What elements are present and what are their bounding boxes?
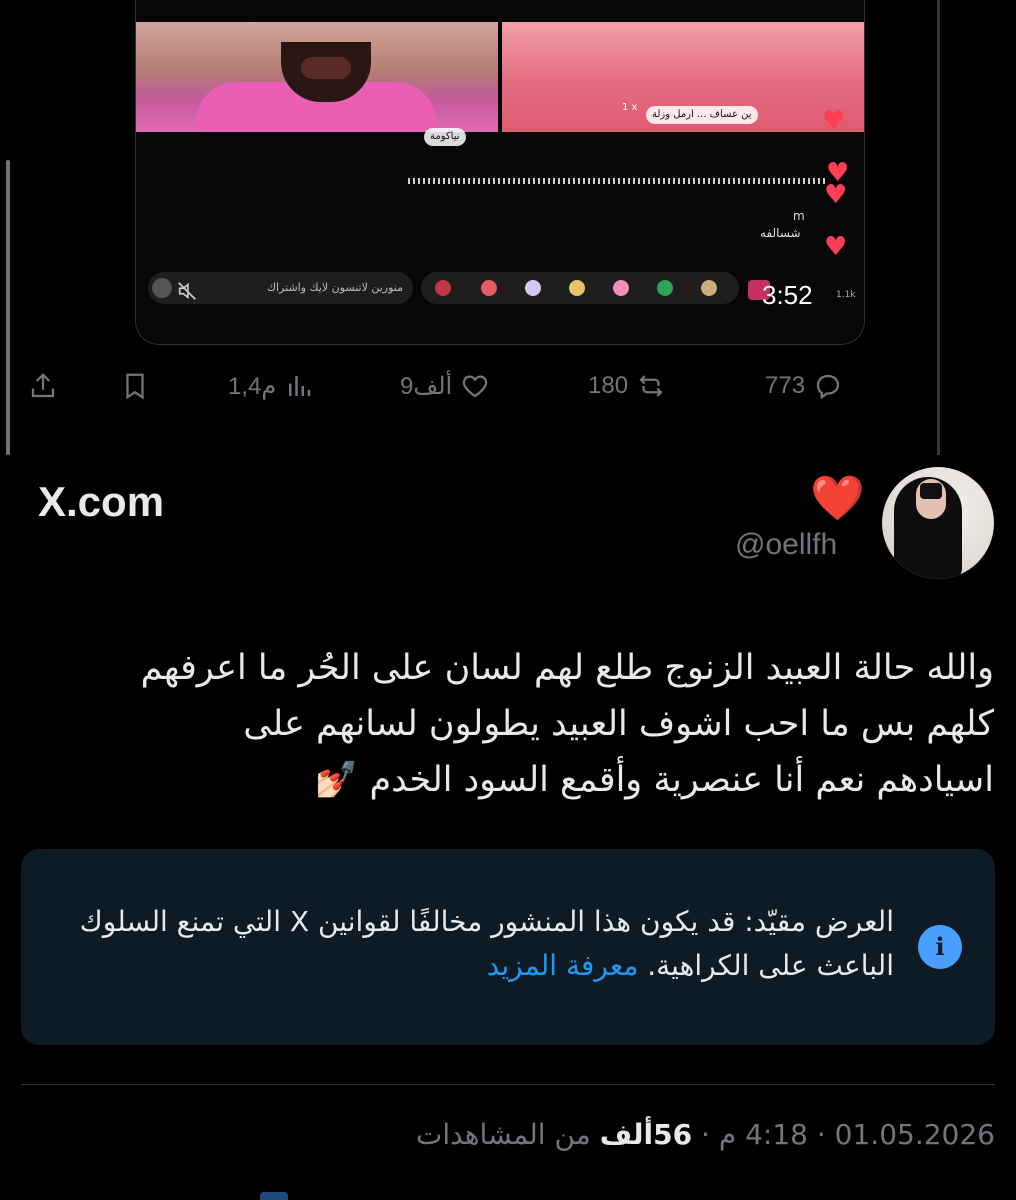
- tweet-line: والله حالة العبيد الزنوج طلع لهم لسان عل…: [140, 648, 994, 688]
- notice-text: العرض مقيّد: قد يكون هذا المنشور مخالفًا…: [60, 900, 894, 988]
- heart-icon: ♥: [822, 106, 846, 136]
- video-frame-left: نياكومة: [136, 22, 498, 146]
- gift-count: 1 x: [622, 102, 638, 113]
- video-duration: 3:52: [762, 280, 813, 310]
- analytics-icon: [289, 376, 311, 396]
- reply-count: 773: [765, 372, 806, 399]
- audio-wave: [408, 178, 826, 184]
- repost-count: 180: [588, 372, 629, 399]
- like-count: 9ألف: [400, 372, 453, 400]
- avatar[interactable]: [882, 467, 994, 579]
- mute-icon[interactable]: [176, 280, 198, 302]
- views-button[interactable]: 1,4م: [228, 366, 314, 406]
- repost-icon: [639, 375, 663, 397]
- heart-outline-icon: [462, 375, 488, 398]
- tweet-meta: 01.05.2026 · 4:18 م · 56ألف من المشاهدات: [415, 1118, 995, 1151]
- phone-icon: [920, 483, 942, 499]
- post-time: 4:18 م: [718, 1118, 808, 1151]
- viewer-count: 1.1k: [836, 290, 856, 300]
- avatar-small: [152, 278, 172, 298]
- red-heart-icon: ❤️: [810, 473, 865, 524]
- views-label: من المشاهدات: [415, 1118, 591, 1151]
- chat-username: m: [793, 209, 805, 223]
- heart-icon: ♥: [824, 180, 848, 210]
- x-logo-label: X.com: [38, 478, 165, 525]
- heart-icon: ♥: [824, 232, 848, 262]
- user-handle[interactable]: @oellfh: [735, 528, 837, 562]
- video-frame-detail: [301, 57, 351, 79]
- gift-icon: [701, 280, 717, 296]
- repost-button[interactable]: 180: [588, 366, 666, 406]
- streamer-name-tag-left: نياكومة: [424, 128, 466, 146]
- gift-icon: [525, 280, 541, 296]
- share-icon: [31, 373, 55, 398]
- reply-button[interactable]: 773: [765, 366, 843, 406]
- views-total: 56ألف: [599, 1118, 693, 1151]
- bookmark-icon: [126, 373, 144, 400]
- partial-icon: [260, 1192, 288, 1200]
- gift-icon: [657, 280, 673, 296]
- gift-icon: [481, 280, 497, 296]
- streamer-name-tag-right: ين عساف ... ارمل وزلة: [646, 106, 758, 124]
- tweet-text: والله حالة العبيد الزنوج طلع لهم لسان عل…: [22, 640, 994, 808]
- scrollbar[interactable]: [6, 160, 10, 455]
- views-count: 1,4م: [228, 372, 277, 400]
- tweet-line: كلهم بس ما احب اشوف العبيد يطولون لسانهم…: [243, 704, 994, 744]
- thread-line: [937, 0, 940, 455]
- share-button[interactable]: [28, 366, 58, 406]
- gift-icon: [613, 280, 629, 296]
- learn-more-link[interactable]: معرفة المزيد: [487, 949, 639, 982]
- diamond-icon: [569, 280, 585, 296]
- reply-icon: [816, 374, 840, 400]
- info-icon: i: [918, 925, 962, 969]
- chat-message: شسالفه: [760, 226, 801, 240]
- like-button[interactable]: 9ألف: [400, 366, 490, 406]
- gift-bar: [421, 272, 739, 304]
- post-date: 01.05.2026: [834, 1118, 995, 1151]
- video-player[interactable]: نياكومة 1 x ين عساف ... ارمل وزلة ♥ ♥ ♥ …: [135, 0, 865, 345]
- bookmark-button[interactable]: [120, 366, 150, 406]
- divider: [21, 1084, 995, 1085]
- tweet-line: اسيادهم نعم أنا عنصرية وأقمع السود الخدم…: [314, 760, 994, 800]
- rose-icon: [435, 280, 451, 296]
